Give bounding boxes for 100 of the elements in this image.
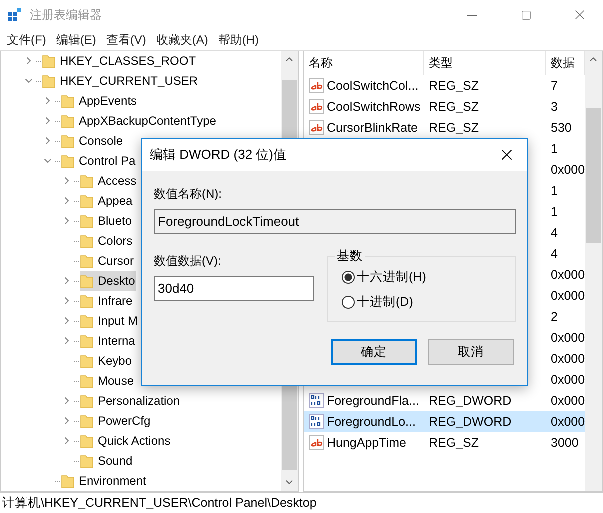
tree-item[interactable]: HKEY_CURRENT_USER xyxy=(42,71,200,91)
value-data: 1 xyxy=(551,204,558,218)
column-header[interactable]: 名称 xyxy=(304,51,424,75)
value-data: 3 xyxy=(551,100,558,114)
folder-icon xyxy=(80,453,94,469)
folder-icon xyxy=(61,153,75,169)
value-name-field[interactable]: ForegroundLockTimeout xyxy=(154,209,516,234)
window-title: 注册表编辑器 xyxy=(30,6,103,24)
value-name: CoolSwitchRows xyxy=(327,100,421,114)
value-data-field[interactable]: 30d40 xyxy=(154,276,314,301)
tree-item[interactable]: Blueto xyxy=(80,211,134,231)
menu-item[interactable]: 收藏夹(A) xyxy=(151,30,214,50)
tree-item[interactable]: Quick Actions xyxy=(80,431,172,451)
tree-item[interactable]: Cursor xyxy=(80,251,136,271)
tree-item[interactable]: Input M xyxy=(80,311,140,331)
tree-item[interactable]: Infrare xyxy=(80,291,134,311)
value-name: ForegroundLo... xyxy=(327,414,416,428)
string-value-icon xyxy=(309,120,324,135)
value-data: 1 xyxy=(551,184,558,198)
value-data: 0x000 xyxy=(551,394,586,408)
value-data: 2 xyxy=(551,310,558,324)
value-data: 3000 xyxy=(551,436,579,450)
folder-icon xyxy=(80,313,94,329)
list-row[interactable]: ForegroundFla... REG_DWORD 0x000 xyxy=(304,390,586,411)
folder-icon xyxy=(80,433,94,449)
value-data: 0x000 xyxy=(551,330,586,344)
string-value-icon xyxy=(309,78,324,93)
value-name: CoolSwitchCol... xyxy=(327,78,419,92)
value-data: 0x000 xyxy=(551,162,586,176)
dialog-title: 编辑 DWORD (32 位)值 xyxy=(150,146,286,164)
tree-item[interactable]: Sound xyxy=(80,451,134,471)
folder-icon xyxy=(80,173,94,189)
menu-item[interactable]: 编辑(E) xyxy=(51,30,102,50)
group-label: 基数 xyxy=(335,248,365,265)
value-name: ForegroundFla... xyxy=(327,394,420,408)
folder-icon xyxy=(80,233,94,249)
tree-item[interactable]: AppXBackupContentType xyxy=(61,111,218,131)
binary-value-icon xyxy=(309,414,324,429)
radio-icon[interactable] xyxy=(342,296,355,309)
value-name: HungAppTime xyxy=(327,436,406,450)
radio-button[interactable]: 十六进制(H) xyxy=(342,269,426,286)
value-data: 0x000 xyxy=(551,414,586,428)
value-data: 1 xyxy=(551,142,558,156)
tree-item[interactable]: PowerCfg xyxy=(80,411,152,431)
dialog-button[interactable]: 确定 xyxy=(331,339,417,365)
folder-icon xyxy=(80,353,94,369)
value-data: 530 xyxy=(551,120,572,134)
menu-item[interactable]: 查看(V) xyxy=(101,30,152,50)
folder-icon xyxy=(42,73,56,89)
list-row[interactable]: CursorBlinkRate REG_SZ 530 xyxy=(304,117,586,138)
string-value-icon xyxy=(309,99,324,114)
tree-item[interactable]: Access xyxy=(80,171,138,191)
tree-item[interactable]: AppEvents xyxy=(61,91,138,111)
menu-item[interactable]: 文件(F) xyxy=(2,30,52,50)
list-row[interactable]: CoolSwitchRows REG_SZ 3 xyxy=(304,96,586,117)
scrollbar[interactable] xyxy=(585,51,602,491)
folder-icon xyxy=(61,93,75,109)
field-label: 数值名称(N): xyxy=(154,186,222,203)
folder-icon xyxy=(42,53,56,69)
value-type: REG_SZ xyxy=(429,436,480,450)
tree-item[interactable]: Console xyxy=(61,131,124,151)
folder-icon xyxy=(80,193,94,209)
value-data: 0x000 xyxy=(551,372,586,386)
tree-item[interactable]: Interna xyxy=(80,331,136,351)
value-type: REG_SZ xyxy=(429,78,480,92)
tree-item[interactable]: Colors xyxy=(80,231,134,251)
field-label: 数值数据(V): xyxy=(154,253,222,270)
value-type: REG_SZ xyxy=(429,100,480,114)
folder-icon xyxy=(80,293,94,309)
folder-icon xyxy=(80,333,94,349)
registry-icon xyxy=(8,8,22,22)
tree-item[interactable]: Mouse xyxy=(80,371,136,391)
string-value-icon xyxy=(309,435,324,450)
folder-icon xyxy=(80,373,94,389)
folder-icon xyxy=(61,113,75,129)
value-name: CursorBlinkRate xyxy=(327,120,418,134)
tree-item[interactable]: Control Pa xyxy=(61,151,137,171)
folder-icon xyxy=(80,273,94,289)
column-header[interactable]: 类型 xyxy=(424,51,546,75)
tree-item[interactable]: Keybo xyxy=(80,351,134,371)
minimize-icon xyxy=(467,14,477,16)
value-data: 4 xyxy=(551,226,558,240)
value-type: REG_SZ xyxy=(429,120,480,134)
radio-button[interactable]: 十进制(D) xyxy=(342,294,414,311)
menu-item[interactable]: 帮助(H) xyxy=(213,30,264,50)
status-path: 计算机\HKEY_CURRENT_USER\Control Panel\Desktop xyxy=(0,492,603,513)
list-row[interactable]: HungAppTime REG_SZ 3000 xyxy=(304,432,586,453)
dialog-button[interactable]: 取消 xyxy=(428,339,514,365)
tree-item[interactable]: Personalization xyxy=(80,391,182,411)
tree-item[interactable]: HKEY_CLASSES_ROOT xyxy=(42,51,198,71)
value-type: REG_DWORD xyxy=(429,394,512,408)
folder-icon xyxy=(80,413,94,429)
tree-item[interactable]: Appea xyxy=(80,191,134,211)
list-row[interactable]: ForegroundLo... REG_DWORD 0x000 xyxy=(304,411,586,432)
tree-item[interactable]: Environment xyxy=(61,471,148,491)
tree-item[interactable]: Deskto xyxy=(80,271,136,291)
radio-icon[interactable] xyxy=(342,271,355,284)
value-data: 7 xyxy=(551,78,558,92)
list-row[interactable]: CoolSwitchCol... REG_SZ 7 xyxy=(304,75,586,96)
folder-icon xyxy=(80,253,94,269)
